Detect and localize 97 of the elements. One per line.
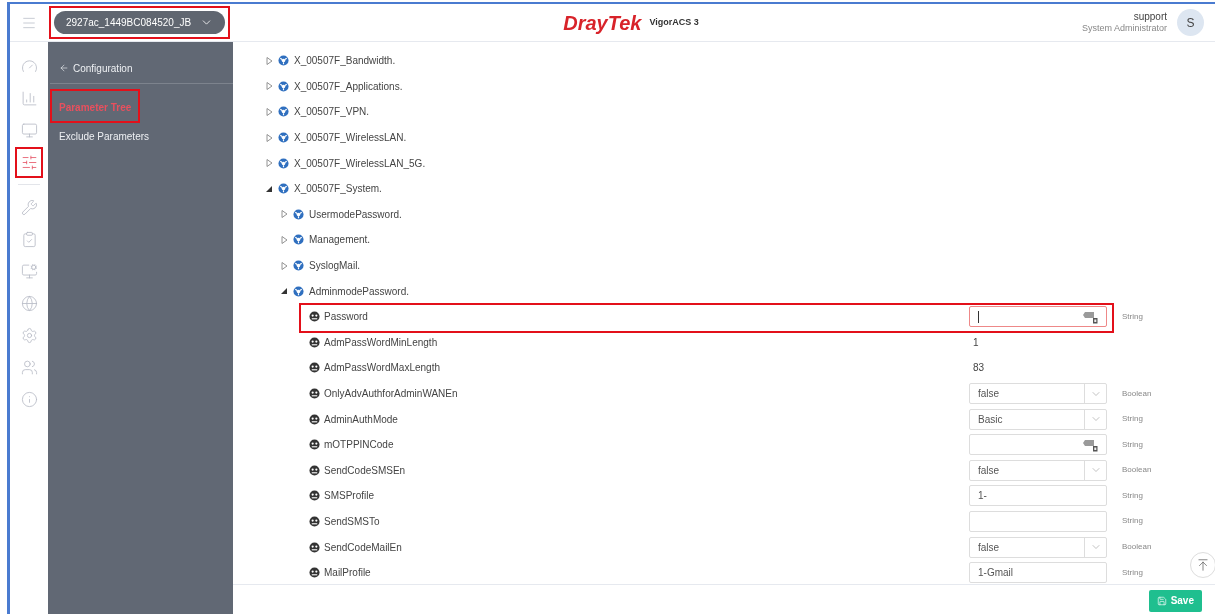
globe-icon[interactable] [20, 294, 38, 312]
tree-node-label[interactable]: X_00507F_Bandwidth. [294, 53, 396, 69]
input-field[interactable]: 1-Gmail [969, 562, 1107, 584]
back-arrow-icon [59, 63, 69, 73]
parameter-name: MailProfile [324, 566, 371, 581]
parameter-icon [309, 567, 320, 579]
expand-caret-icon[interactable] [266, 56, 273, 65]
parameter-icon [309, 439, 320, 451]
expand-caret-icon[interactable] [266, 108, 273, 116]
parameter-name: AdmPassWordMinLength [324, 335, 438, 350]
text-cursor [978, 310, 979, 323]
parameter-icon [309, 311, 320, 323]
dropdown[interactable]: Basic [969, 408, 1107, 430]
type-label: String [1122, 413, 1143, 426]
scroll-to-top-button[interactable] [1190, 552, 1215, 578]
arrow-up-icon [1196, 558, 1210, 572]
expand-caret-icon[interactable] [281, 210, 288, 219]
parameter-icon [309, 388, 320, 399]
type-label: String [1122, 489, 1143, 502]
monitor-icon[interactable] [20, 121, 38, 139]
expand-caret-icon[interactable] [266, 159, 273, 168]
dropdown[interactable]: false [969, 536, 1107, 558]
submenu-item[interactable]: Exclude Parameters [59, 130, 150, 142]
parameter-icon [309, 490, 320, 502]
gauge-icon[interactable] [20, 57, 38, 75]
brand-logo: DrayTek [563, 12, 642, 33]
dropdown[interactable]: false [969, 459, 1107, 481]
tree-node-label[interactable]: Management. [309, 232, 371, 248]
sliders-icon[interactable] [20, 153, 38, 171]
node-icon [278, 55, 289, 67]
users-icon[interactable] [20, 358, 38, 376]
keypad-icon[interactable] [1082, 437, 1098, 452]
tree-node-label[interactable]: X_00507F_WirelessLAN_5G. [294, 155, 426, 171]
parameter-name: AdmPassWordMaxLength [324, 361, 440, 376]
node-icon [293, 285, 304, 297]
parameter-name: OnlyAdvAuthforAdminWANEn [324, 387, 458, 401]
password-field[interactable] [969, 306, 1107, 328]
parameter-icon [309, 336, 320, 348]
parameter-icon [309, 362, 320, 374]
node-icon [278, 183, 289, 195]
device-selector[interactable]: 2927ac_1449BC084520_JB [54, 11, 225, 34]
tree-node-label[interactable]: UsermodePassword. [309, 206, 402, 222]
type-label: Boolean [1122, 387, 1152, 400]
node-icon [278, 157, 289, 169]
type-label: Boolean [1122, 541, 1152, 554]
expand-caret-icon[interactable] [281, 235, 288, 244]
parameter-name: SendCodeSMSEn [324, 463, 406, 478]
user-role: System Administrator [1081, 23, 1167, 35]
expand-caret-icon[interactable] [266, 133, 273, 142]
parameter-value: 1 [972, 335, 979, 350]
parameter-name: Password [324, 310, 368, 325]
tree-node-label[interactable]: X_00507F_System. [294, 181, 382, 197]
parameter-value: 83 [972, 361, 985, 376]
tree-node-label[interactable]: X_00507F_WirelessLAN. [294, 130, 407, 146]
parameter-icon [309, 516, 320, 527]
keypad-icon[interactable] [1082, 309, 1098, 324]
dropdown[interactable]: false [969, 383, 1107, 404]
tree-node-label[interactable]: X_00507F_Applications. [294, 78, 403, 94]
node-icon [293, 260, 304, 272]
parameter-name: mOTPPINCode [324, 438, 394, 453]
tree-node-label[interactable]: SyslogMail. [309, 258, 361, 274]
wrench-icon[interactable] [20, 198, 38, 216]
avatar[interactable]: S [1177, 9, 1204, 36]
save-icon [1156, 595, 1167, 606]
product-name: VigorACS 3 [649, 15, 699, 29]
type-label: String [1122, 515, 1143, 528]
parameter-name: SMSProfile [324, 489, 374, 504]
user-name: support [1133, 10, 1167, 24]
tree-node-label[interactable]: X_00507F_VPN. [294, 104, 370, 120]
parameter-icon [309, 541, 320, 553]
type-label: String [1122, 310, 1143, 323]
parameter-name: SendCodeMailEn [324, 540, 402, 555]
node-icon [278, 132, 289, 144]
info-icon[interactable] [20, 390, 38, 408]
parameter-icon [309, 464, 320, 476]
node-icon [278, 80, 289, 92]
collapse-caret-icon[interactable] [281, 287, 288, 296]
type-label: String [1122, 566, 1143, 579]
type-label: String [1122, 438, 1143, 451]
collapse-caret-icon[interactable] [266, 184, 273, 193]
settings-icon[interactable] [20, 326, 38, 344]
expand-caret-icon[interactable] [266, 82, 273, 91]
node-icon [293, 234, 304, 246]
tree-node-label[interactable]: AdminmodePassword. [309, 283, 410, 299]
bar-chart-icon[interactable] [20, 89, 38, 107]
node-icon [293, 208, 304, 220]
clipboard-icon[interactable] [20, 230, 38, 248]
expand-caret-icon[interactable] [281, 261, 288, 270]
back-link[interactable]: Configuration [50, 60, 233, 76]
type-label: Boolean [1122, 464, 1152, 477]
input-field[interactable] [969, 511, 1107, 532]
input-field[interactable]: 1- [969, 485, 1107, 507]
node-icon [278, 106, 289, 118]
parameter-name: AdminAuthMode [324, 412, 398, 427]
parameter-icon [309, 413, 320, 425]
parameter-name: SendSMSTo [324, 515, 380, 529]
monitor-gear-icon[interactable] [20, 262, 38, 280]
